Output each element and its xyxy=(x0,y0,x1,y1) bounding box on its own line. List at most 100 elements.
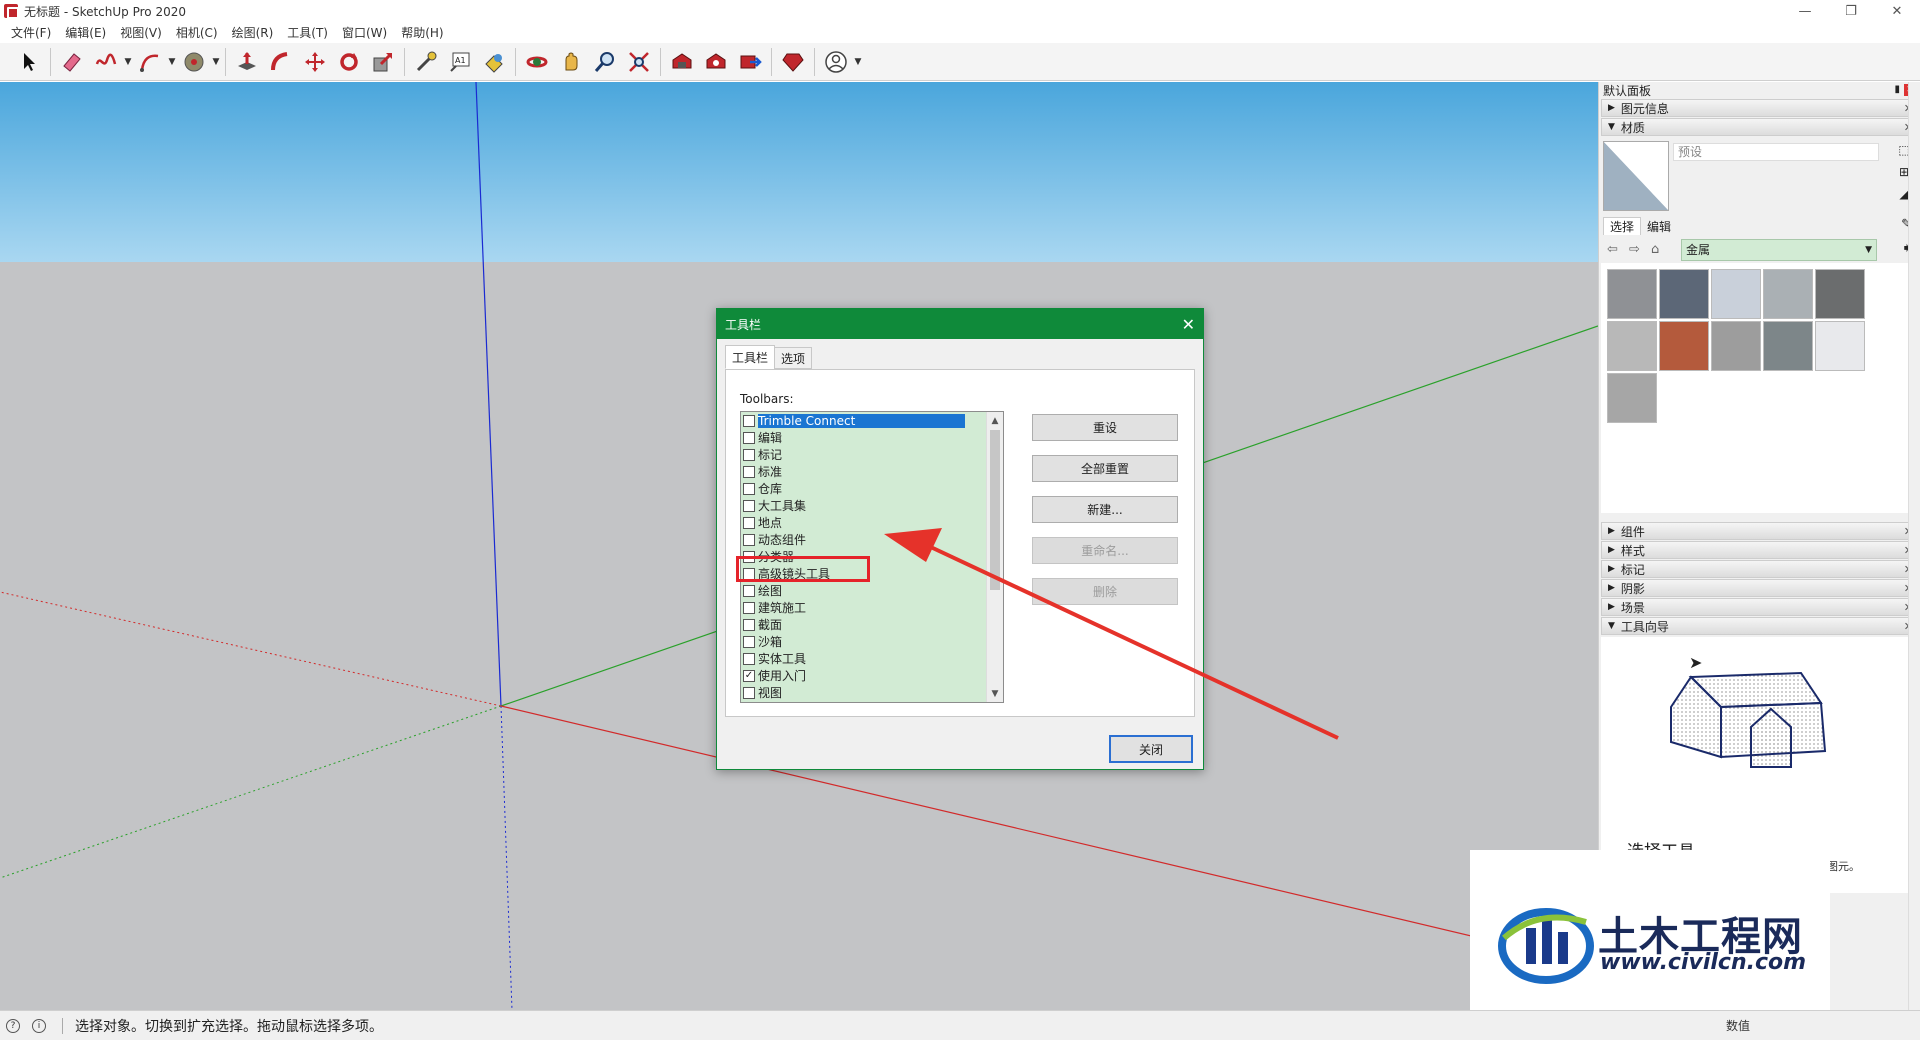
checkbox[interactable] xyxy=(743,414,755,427)
paint-dropdown[interactable]: ▼ xyxy=(211,47,221,77)
menu-edit[interactable]: 编辑(E) xyxy=(58,24,113,41)
zoom-extents-tool-button[interactable] xyxy=(622,47,656,77)
share-model-button[interactable] xyxy=(733,47,767,77)
orbit-tool-button[interactable] xyxy=(520,47,554,77)
arc-tool-button[interactable] xyxy=(133,47,167,77)
material-category-select[interactable]: 金属 ▼ xyxy=(1681,239,1877,261)
home-icon[interactable]: ⌂ xyxy=(1651,242,1673,257)
scroll-down-icon[interactable]: ▼ xyxy=(987,685,1003,702)
restore-button[interactable]: ❐ xyxy=(1828,0,1874,22)
section-instructor[interactable]: ▼工具向导✕ xyxy=(1601,617,1918,635)
section-materials[interactable]: ▼材质✕ xyxy=(1601,118,1918,136)
rename-button[interactable]: 重命名... xyxy=(1032,537,1178,564)
forward-arrow-icon[interactable]: ⇨ xyxy=(1629,242,1651,257)
section-styles[interactable]: ▶样式✕ xyxy=(1601,541,1918,559)
section-components[interactable]: ▶组件✕ xyxy=(1601,522,1918,540)
reset-all-button[interactable]: 全部重置 xyxy=(1032,455,1178,482)
info-icon[interactable]: i xyxy=(32,1018,46,1033)
toolbar-list-item[interactable]: 沙箱 xyxy=(741,633,1003,650)
checkbox[interactable] xyxy=(743,516,755,529)
checkbox[interactable] xyxy=(743,652,755,665)
section-tags[interactable]: ▶标记✕ xyxy=(1601,560,1918,578)
toolbar-list-item[interactable]: 绘图 xyxy=(741,582,1003,599)
minimize-button[interactable]: — xyxy=(1782,0,1828,22)
zoom-tool-button[interactable] xyxy=(588,47,622,77)
menu-view[interactable]: 视图(V) xyxy=(113,24,169,41)
eraser-tool-button[interactable] xyxy=(55,47,89,77)
checkbox[interactable] xyxy=(743,448,755,461)
select-tool-button[interactable] xyxy=(12,47,46,77)
section-entity-info[interactable]: ▶图元信息✕ xyxy=(1601,99,1918,117)
toolbar-list-item[interactable]: 建筑施工 xyxy=(741,599,1003,616)
material-swatch[interactable] xyxy=(1815,269,1865,319)
geo-location-icon[interactable]: ? xyxy=(6,1018,20,1033)
menu-tools[interactable]: 工具(T) xyxy=(280,24,335,41)
freehand-tool-button[interactable] xyxy=(89,47,123,77)
menu-draw[interactable]: 绘图(R) xyxy=(225,24,281,41)
pan-tool-button[interactable] xyxy=(554,47,588,77)
menu-file[interactable]: 文件(F) xyxy=(4,24,58,41)
move-tool-button[interactable] xyxy=(298,47,332,77)
tape-measure-tool-button[interactable] xyxy=(409,47,443,77)
rotate-tool-button[interactable] xyxy=(332,47,366,77)
freehand-dropdown[interactable]: ▼ xyxy=(123,47,133,77)
3d-warehouse-button[interactable] xyxy=(665,47,699,77)
checkbox[interactable] xyxy=(743,584,755,597)
material-swatch[interactable] xyxy=(1659,269,1709,319)
material-name-field[interactable]: 预设 xyxy=(1673,143,1879,161)
pin-icon[interactable]: ▮ xyxy=(1894,84,1900,95)
toolbar-list-item[interactable]: ✓ 使用入门 xyxy=(741,667,1003,684)
checkbox[interactable] xyxy=(743,635,755,648)
toolbar-list-item[interactable]: 大工具集 xyxy=(741,497,1003,514)
material-swatch[interactable] xyxy=(1763,269,1813,319)
text-tool-button[interactable]: A1 xyxy=(443,47,477,77)
checkbox[interactable] xyxy=(743,465,755,478)
account-button[interactable] xyxy=(819,47,853,77)
tray-scrollbar[interactable] xyxy=(1908,82,1920,1010)
scroll-thumb[interactable] xyxy=(990,430,1000,590)
tab-options[interactable]: 选项 xyxy=(774,347,813,369)
push-pull-tool-button[interactable] xyxy=(230,47,264,77)
section-shadows[interactable]: ▶阴影✕ xyxy=(1601,579,1918,597)
menu-help[interactable]: 帮助(H) xyxy=(394,24,450,41)
close-window-button[interactable]: ✕ xyxy=(1874,0,1920,22)
paint-bucket-tool-button[interactable] xyxy=(177,47,211,77)
toolbar-list-item[interactable]: 地点 xyxy=(741,514,1003,531)
arc-dropdown[interactable]: ▼ xyxy=(167,47,177,77)
material-swatch[interactable] xyxy=(1659,321,1709,371)
material-swatch[interactable] xyxy=(1607,269,1657,319)
checkbox-checked[interactable]: ✓ xyxy=(743,669,755,682)
checkbox[interactable] xyxy=(743,618,755,631)
scroll-up-icon[interactable]: ▲ xyxy=(987,412,1003,429)
material-swatch[interactable] xyxy=(1815,321,1865,371)
close-icon[interactable]: ✕ xyxy=(1182,315,1195,334)
tab-toolbars[interactable]: 工具栏 xyxy=(725,345,776,369)
toolbar-list-item[interactable]: 截面 xyxy=(741,616,1003,633)
checkbox[interactable] xyxy=(743,482,755,495)
material-swatch[interactable] xyxy=(1763,321,1813,371)
material-swatch[interactable] xyxy=(1711,321,1761,371)
tab-select[interactable]: 选择 xyxy=(1603,217,1642,235)
scale-tool-button[interactable] xyxy=(366,47,400,77)
menu-window[interactable]: 窗口(W) xyxy=(335,24,394,41)
checkbox[interactable] xyxy=(743,686,755,699)
list-scrollbar[interactable]: ▲ ▼ xyxy=(986,412,1003,702)
new-toolbar-button[interactable]: 新建... xyxy=(1032,496,1178,523)
material-swatch[interactable] xyxy=(1711,269,1761,319)
section-scenes[interactable]: ▶场景✕ xyxy=(1601,598,1918,616)
delete-button[interactable]: 删除 xyxy=(1032,578,1178,605)
toolbar-list-item[interactable]: 标准 xyxy=(741,463,1003,480)
checkbox[interactable] xyxy=(743,431,755,444)
checkbox[interactable] xyxy=(743,601,755,614)
back-arrow-icon[interactable]: ⇦ xyxy=(1607,242,1629,257)
material-preview-swatch[interactable] xyxy=(1603,141,1669,211)
material-swatch[interactable] xyxy=(1607,321,1657,371)
extension-warehouse-button[interactable] xyxy=(699,47,733,77)
checkbox[interactable] xyxy=(743,533,755,546)
toolbar-list-item[interactable]: 仓库 xyxy=(741,480,1003,497)
tab-edit[interactable]: 编辑 xyxy=(1641,217,1677,235)
dialog-close-button[interactable]: 关闭 xyxy=(1109,735,1193,763)
material-swatch[interactable] xyxy=(1607,373,1657,423)
toolbar-list-item[interactable]: 视图 xyxy=(741,684,1003,701)
toolbar-list-item[interactable]: Trimble Connect xyxy=(741,412,1003,429)
